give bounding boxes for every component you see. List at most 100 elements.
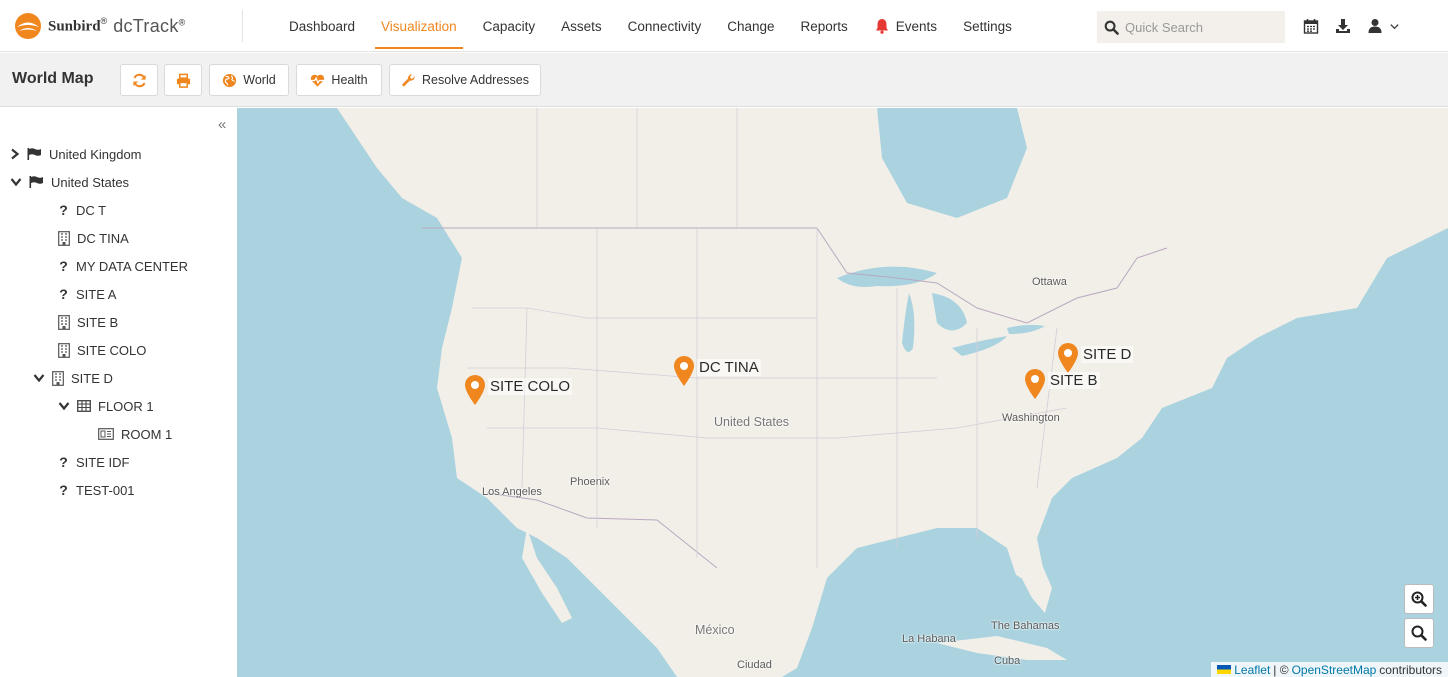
- nav-label: Reports: [800, 18, 848, 34]
- tree-item-united-states[interactable]: United States: [10, 171, 129, 193]
- unknown-status-icon: ?: [59, 202, 68, 218]
- product-registered-mark: ®: [178, 17, 186, 28]
- city-label-washington: Washington: [1002, 412, 1060, 424]
- tree-item-dc-tina[interactable]: DC TINA: [58, 227, 129, 249]
- search-icon[interactable]: [1104, 20, 1119, 35]
- heartbeat-icon: [311, 74, 325, 87]
- tree-item-label: SITE B: [77, 314, 119, 330]
- refresh-button[interactable]: [120, 64, 158, 96]
- building-icon: [58, 230, 70, 246]
- search-input[interactable]: [1125, 19, 1275, 35]
- country-label-bahamas: The Bahamas: [991, 620, 1060, 632]
- nav-reports[interactable]: Reports: [788, 0, 861, 52]
- nav-change[interactable]: Change: [714, 0, 787, 52]
- product-name: dcTrack: [113, 15, 179, 36]
- tree-item-site-colo[interactable]: SITE COLO: [58, 339, 146, 361]
- city-label-ciudad: Ciudad: [737, 659, 772, 671]
- health-button[interactable]: Health: [296, 64, 382, 96]
- tree-item-room-1[interactable]: ROOM 1: [98, 423, 172, 445]
- marker-label: DC TINA: [697, 359, 761, 376]
- zoom-out-button[interactable]: [1404, 618, 1434, 648]
- map-attribution: Leaflet | © OpenStreetMap contributors: [1211, 662, 1448, 677]
- user-icon: [1368, 19, 1382, 33]
- top-navigation-bar: Sunbird® dcTrack® Dashboard Visualizatio…: [0, 0, 1448, 52]
- tree-item-label: SITE A: [76, 286, 117, 302]
- health-button-label: Health: [331, 73, 368, 87]
- user-menu[interactable]: [1367, 18, 1400, 34]
- chevron-down-icon[interactable]: [33, 373, 45, 383]
- attribution-suffix: contributors: [1379, 662, 1442, 677]
- tree-item-label: SITE IDF: [76, 454, 130, 470]
- nav-label: Connectivity: [627, 18, 702, 34]
- chevron-down-icon[interactable]: [58, 401, 70, 411]
- chevron-down-icon[interactable]: [10, 177, 22, 187]
- zoom-in-button[interactable]: [1404, 584, 1434, 614]
- marker-label: SITE COLO: [488, 378, 573, 395]
- collapse-sidebar-button[interactable]: «: [218, 116, 226, 133]
- nav-label: Change: [727, 18, 775, 34]
- chevron-right-icon[interactable]: [10, 148, 20, 160]
- nav-label: Settings: [963, 18, 1012, 34]
- leaflet-link[interactable]: Leaflet: [1234, 663, 1270, 677]
- map-marker-site-b[interactable]: SITE B: [1025, 369, 1100, 399]
- tree-item-floor-1[interactable]: FLOOR 1: [58, 395, 154, 417]
- tree-item-site-d[interactable]: SITE D: [33, 367, 113, 389]
- city-label-phoenix: Phoenix: [570, 476, 610, 488]
- city-label-los-angeles: Los Angeles: [482, 486, 542, 498]
- quick-search: [1097, 11, 1285, 43]
- world-button[interactable]: World: [209, 64, 289, 96]
- tree-item-label: DC T: [76, 202, 107, 218]
- country-label-mexico: México: [695, 623, 735, 637]
- map-marker-site-colo[interactable]: SITE COLO: [465, 375, 573, 405]
- tree-item-my-data-center[interactable]: ? MY DATA CENTER: [58, 255, 188, 277]
- tree-item-test-001[interactable]: ? TEST-001: [58, 479, 134, 501]
- nav-visualization[interactable]: Visualization: [368, 0, 470, 52]
- tree-item-site-idf[interactable]: ? SITE IDF: [58, 451, 129, 473]
- building-icon: [58, 342, 70, 358]
- nav-settings[interactable]: Settings: [950, 0, 1025, 52]
- city-label-la-habana: La Habana: [902, 633, 956, 645]
- tree-item-united-kingdom[interactable]: United Kingdom: [10, 143, 142, 165]
- city-label-ottawa: Ottawa: [1032, 276, 1067, 288]
- sunbird-logo-icon: [15, 13, 41, 39]
- wrench-icon: [402, 73, 415, 86]
- location-tree: « United Kingdom United States ? DC T DC…: [0, 108, 237, 677]
- main-nav: Dashboard Visualization Capacity Assets …: [276, 0, 1025, 52]
- chevron-down-icon: [1390, 23, 1399, 29]
- country-label-united-states: United States: [714, 415, 790, 429]
- tree-item-site-a[interactable]: ? SITE A: [58, 283, 116, 305]
- tree-item-site-b[interactable]: SITE B: [58, 311, 118, 333]
- nav-events[interactable]: Events: [861, 0, 950, 52]
- tree-item-dc-t[interactable]: ? DC T: [58, 199, 106, 221]
- map-pin-icon: [674, 356, 694, 386]
- nav-connectivity[interactable]: Connectivity: [615, 0, 715, 52]
- building-icon: [58, 314, 70, 330]
- top-right-icons: [1303, 0, 1400, 52]
- tree-item-label: United Kingdom: [49, 146, 142, 162]
- calendar-icon[interactable]: [1303, 18, 1319, 34]
- download-icon[interactable]: [1335, 18, 1351, 34]
- brand-registered-mark: ®: [100, 16, 108, 27]
- tree-item-label: DC TINA: [77, 230, 129, 246]
- ukraine-flag-icon: [1217, 665, 1232, 674]
- map-marker-dc-tina[interactable]: DC TINA: [674, 356, 761, 386]
- marker-label: SITE D: [1081, 346, 1134, 363]
- brand[interactable]: Sunbird® dcTrack®: [14, 0, 185, 52]
- zoom-in-icon: [1411, 591, 1427, 607]
- attribution-separator: | ©: [1273, 662, 1289, 677]
- nav-label: Visualization: [381, 18, 457, 34]
- flag-icon: [29, 176, 43, 188]
- resolve-addresses-button[interactable]: Resolve Addresses: [389, 64, 541, 96]
- nav-dashboard[interactable]: Dashboard: [276, 0, 368, 52]
- world-map[interactable]: Ottawa United States Washington Los Ange…: [237, 108, 1448, 677]
- flag-icon: [27, 148, 41, 160]
- nav-assets[interactable]: Assets: [548, 0, 615, 52]
- zoom-out-icon: [1411, 625, 1427, 641]
- nav-capacity[interactable]: Capacity: [470, 0, 549, 52]
- print-button[interactable]: [164, 64, 202, 96]
- page-toolbar: World Map World Health Resolve Addresses: [0, 53, 1448, 107]
- refresh-icon: [132, 73, 146, 87]
- world-button-label: World: [243, 73, 276, 87]
- openstreetmap-link[interactable]: OpenStreetMap: [1292, 663, 1377, 677]
- tree-item-label: SITE COLO: [77, 342, 147, 358]
